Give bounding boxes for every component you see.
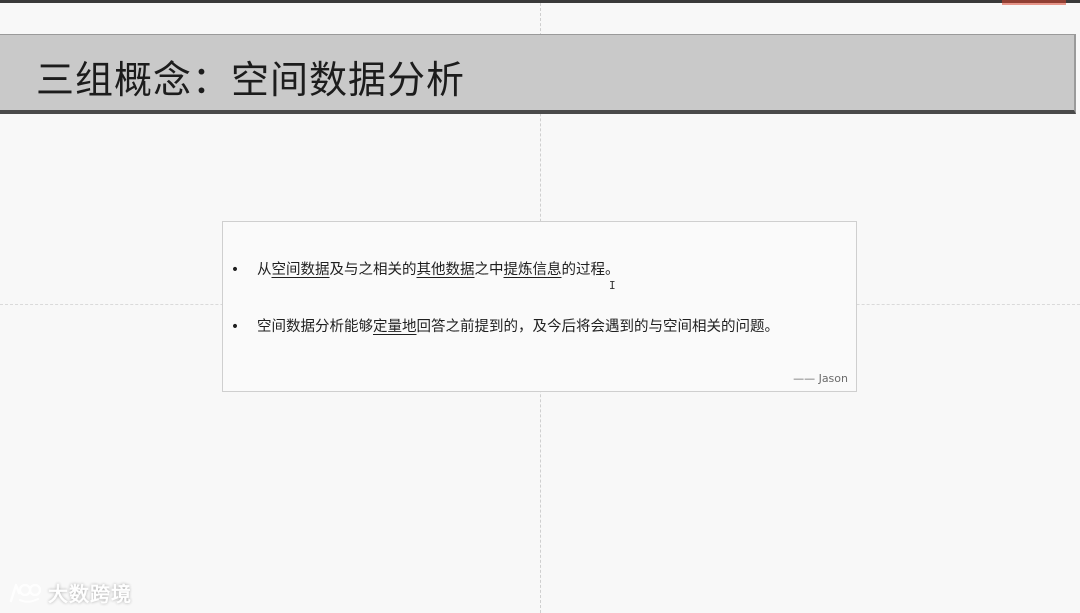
text-cursor-icon: I bbox=[609, 279, 616, 292]
bullet-text-1: 从空间数据及与之相关的其他数据之中提炼信息的过程。 bbox=[257, 260, 620, 280]
bullet-run: 空间数据分析能够 bbox=[257, 319, 373, 335]
watermark-text: 大数跨境 bbox=[48, 582, 132, 606]
quote-attribution: —— Jason bbox=[793, 372, 848, 385]
bullet-run: 的过程。 bbox=[561, 262, 620, 278]
top-red-marker bbox=[1002, 0, 1066, 5]
bullet-run: 从 bbox=[257, 262, 272, 278]
slide-canvas: 三组概念：空间数据分析 • 从空间数据及与之相关的其他数据之中提炼信息的过程。 … bbox=[0, 0, 1080, 613]
bullet-dot-icon: • bbox=[230, 319, 240, 335]
underlined-term: 其他数据 bbox=[416, 262, 475, 278]
watermark-logo-icon bbox=[9, 583, 42, 603]
underlined-term: 空间数据 bbox=[271, 262, 330, 278]
bullet-dot-icon: • bbox=[230, 262, 240, 278]
underlined-term: 提炼信息 bbox=[503, 262, 562, 278]
underlined-term: 定量地 bbox=[373, 319, 417, 335]
bullet-run: 回答之前提到的，及今后将会遇到的与空间相关的问题。 bbox=[416, 319, 780, 335]
watermark: 大数跨境 bbox=[8, 578, 132, 607]
slide-title-bar: 三组概念：空间数据分析 bbox=[0, 34, 1076, 114]
slide-title[interactable]: 三组概念：空间数据分析 bbox=[36, 49, 465, 104]
bullet-run: 及与之相关的 bbox=[329, 262, 417, 278]
quote-text-box[interactable]: • 从空间数据及与之相关的其他数据之中提炼信息的过程。 • 空间数据分析能够定量… bbox=[222, 221, 857, 392]
bullet-text-2: 空间数据分析能够定量地回答之前提到的，及今后将会遇到的与空间相关的问题。 bbox=[257, 317, 779, 337]
bullet-run: 之中 bbox=[474, 262, 504, 278]
